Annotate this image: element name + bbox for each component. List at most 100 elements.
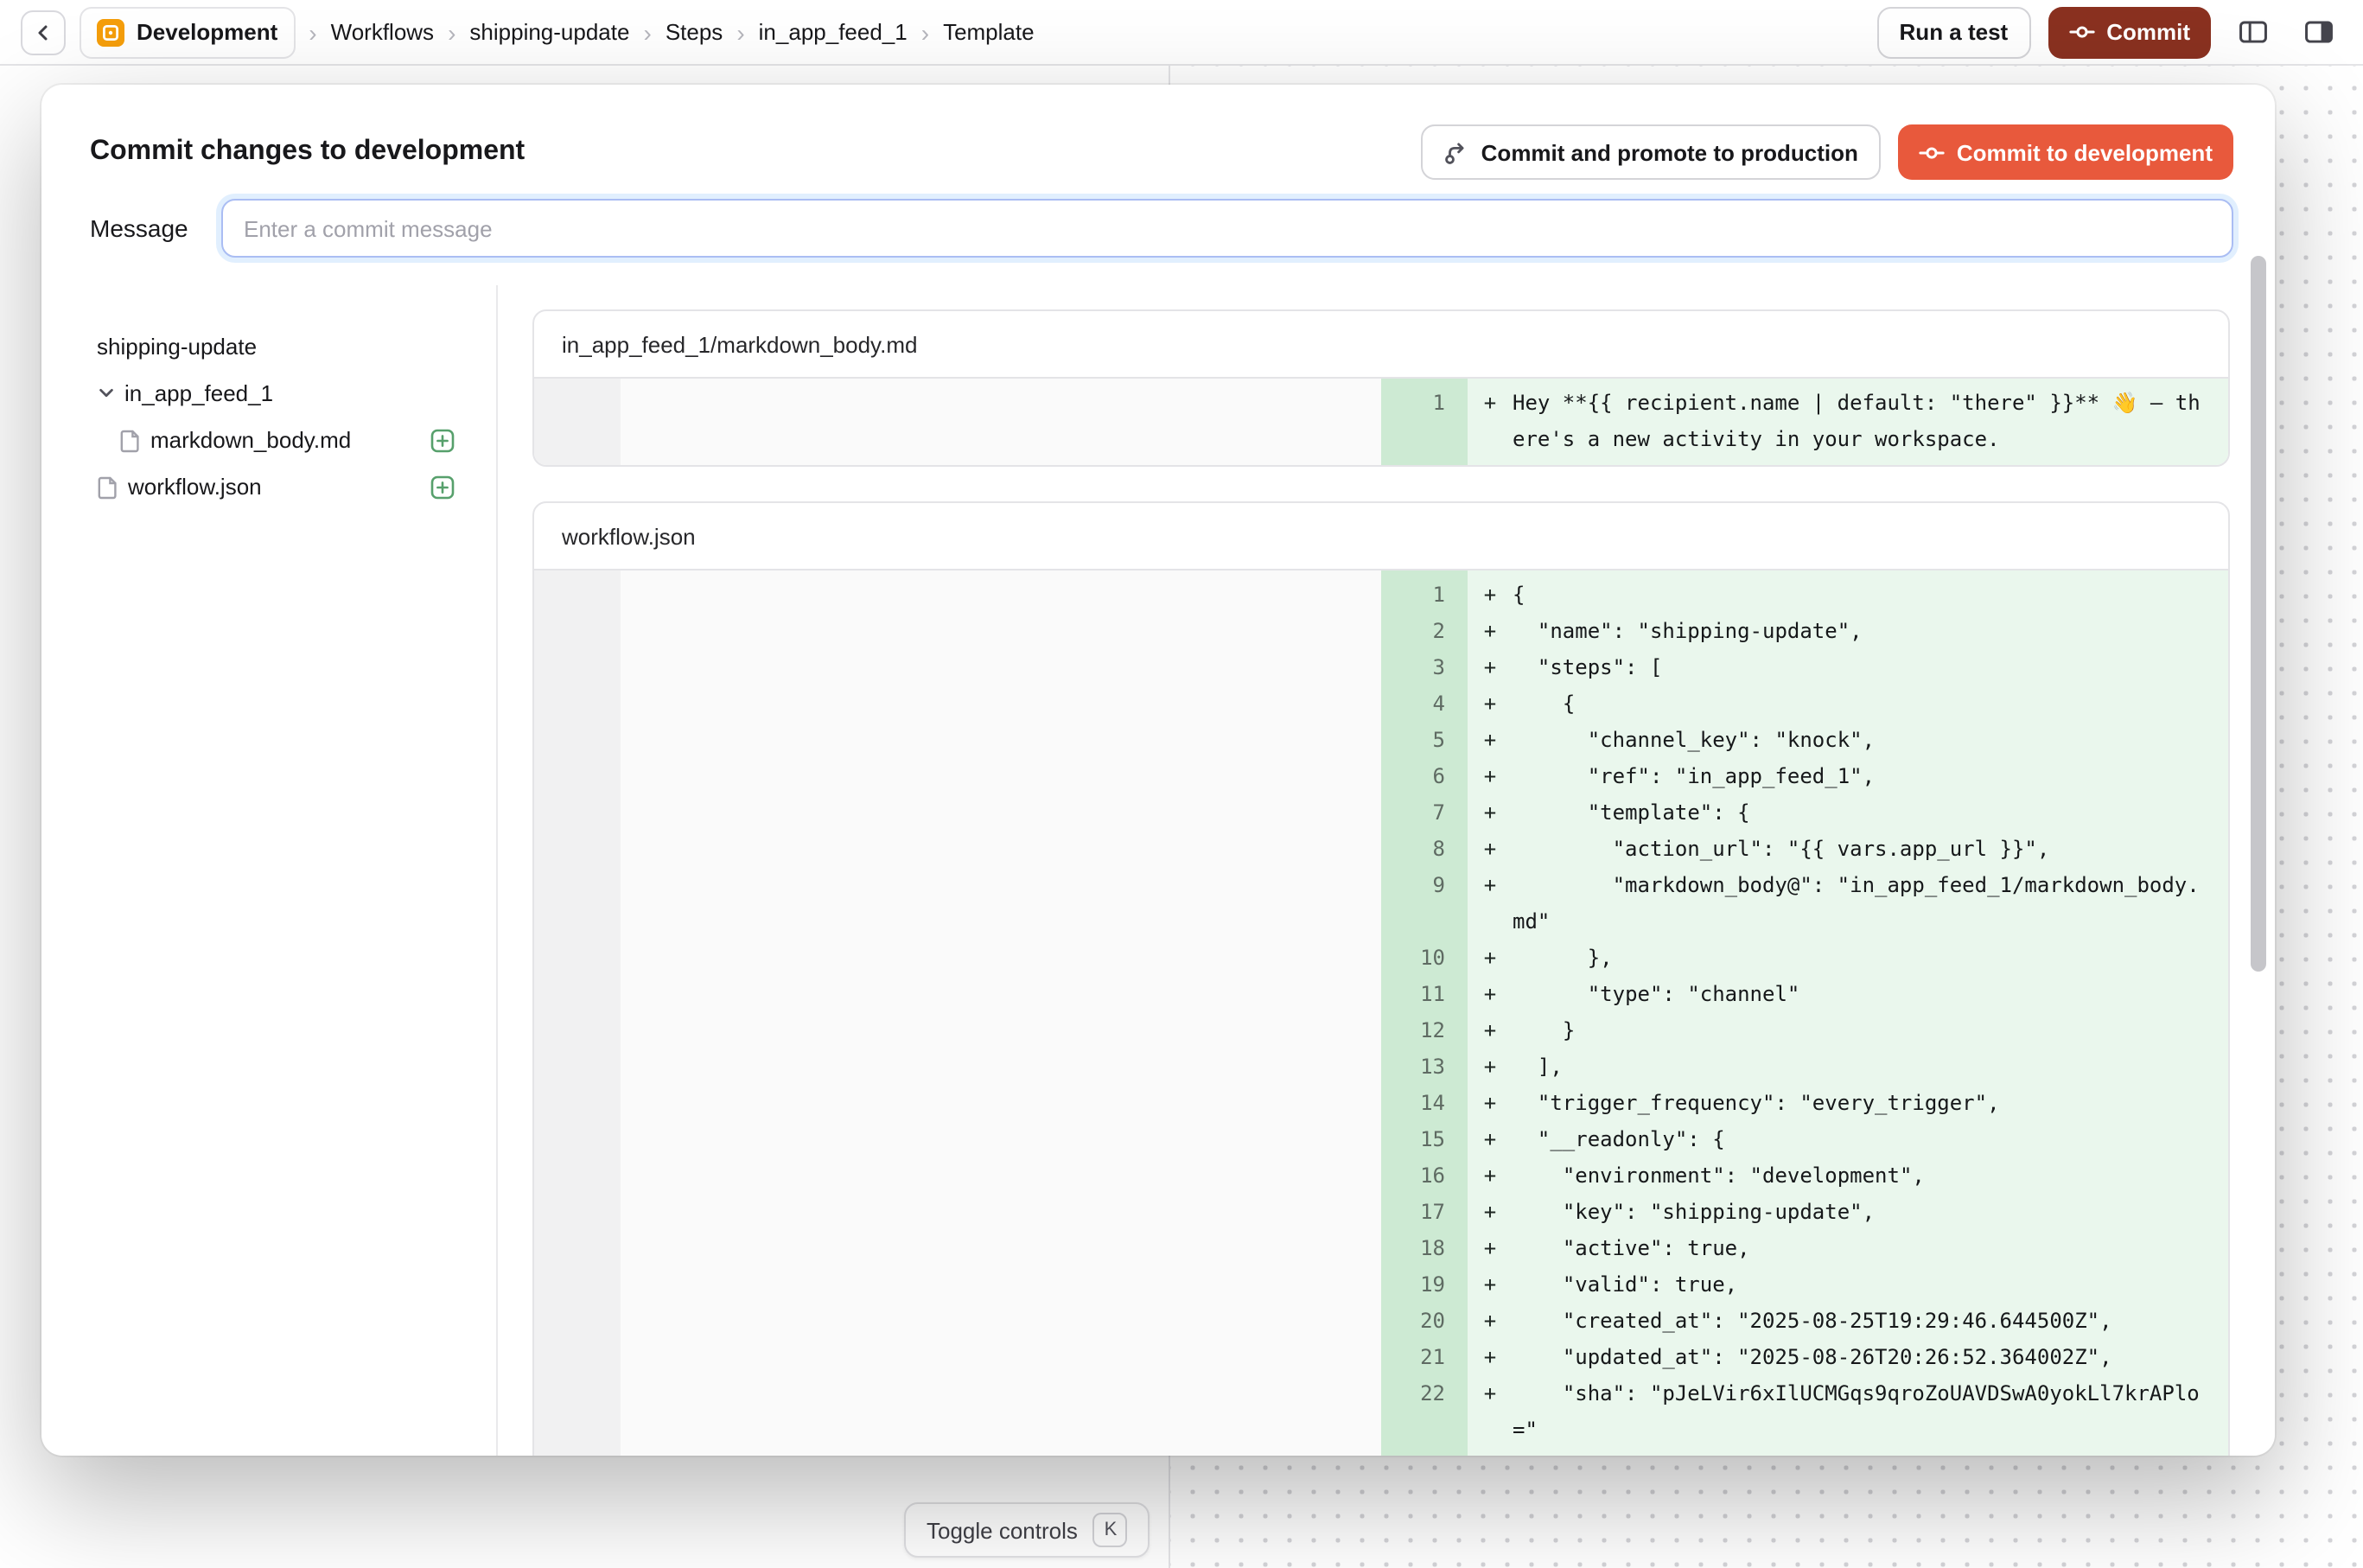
diff-old-gutter (534, 570, 621, 1456)
breadcrumb-separator: › (921, 18, 929, 46)
diff-line-number: 3 (1381, 650, 1468, 686)
diff-line-code: "action_url": "{{ vars.app_url }}", (1513, 832, 2228, 868)
message-label: Message (90, 214, 221, 242)
commit-icon (1919, 139, 1945, 165)
diff-line-number: 22 (1381, 1376, 1468, 1449)
tree-folder-label: in_app_feed_1 (124, 380, 273, 406)
run-test-label: Run a test (1900, 19, 2009, 45)
diff-line-code: "active": true, (1513, 1231, 2228, 1267)
diff-line-sign: + (1468, 759, 1513, 795)
diff-card: in_app_feed_1/markdown_body.md1+Hey **{{… (532, 309, 2230, 467)
diff-line: 20+ "created_at": "2025-08-25T19:29:46.6… (1381, 1303, 2228, 1340)
diff-line-sign: + (1468, 723, 1513, 759)
diff-line-code: } (1513, 1013, 2228, 1049)
environment-label: Development (137, 19, 277, 45)
diff-line-code: "ref": "in_app_feed_1", (1513, 759, 2228, 795)
breadcrumb-item[interactable]: in_app_feed_1 (759, 19, 908, 45)
commit-and-promote-button[interactable]: Commit and promote to production (1421, 124, 1881, 180)
diff-line-code: "type": "channel" (1513, 977, 2228, 1013)
tree-file-markdown-body[interactable]: markdown_body.md (119, 417, 455, 463)
tree-root[interactable]: shipping-update (97, 323, 455, 370)
diff-line-sign: + (1468, 795, 1513, 832)
commit-message-input[interactable] (221, 199, 2233, 258)
diff-line-code: "channel_key": "knock", (1513, 723, 2228, 759)
diff-line: 6+ "ref": "in_app_feed_1", (1381, 759, 2228, 795)
modal-title: Commit changes to development (90, 137, 525, 168)
diff-line-number: 1 (1381, 379, 1468, 465)
breadcrumb-item[interactable]: shipping-update (469, 19, 629, 45)
commit-button[interactable]: Commit (2048, 6, 2211, 58)
diff-line: 9+ "markdown_body@": "in_app_feed_1/mark… (1381, 868, 2228, 940)
diff-line-number: 12 (1381, 1013, 1468, 1049)
diff-line: 21+ "updated_at": "2025-08-26T20:26:52.3… (1381, 1340, 2228, 1376)
diff-line: 19+ "valid": true, (1381, 1267, 2228, 1303)
modal-scrollbar-thumb[interactable] (2251, 256, 2266, 972)
diff-line-number: 9 (1381, 868, 1468, 940)
diff-line-sign: + (1468, 1158, 1513, 1195)
environment-selector[interactable]: Development (80, 6, 295, 58)
commit-message-row: Message (41, 178, 2275, 258)
tree-folder-in-app-feed[interactable]: in_app_feed_1 (97, 370, 455, 417)
tree-file-workflow-json[interactable]: workflow.json (97, 463, 455, 510)
tree-file-label: workflow.json (128, 474, 262, 500)
diff-line: 10+ }, (1381, 940, 2228, 977)
file-added-icon (430, 475, 455, 499)
chevron-down-icon (97, 384, 116, 403)
diff-line: 8+ "action_url": "{{ vars.app_url }}", (1381, 832, 2228, 868)
diff-line-code: }, (1513, 940, 2228, 977)
diff-line-number: 13 (1381, 1049, 1468, 1086)
changed-files-tree: shipping-update in_app_feed_1 markdown_b… (41, 285, 498, 1456)
diff-line: 2+ "name": "shipping-update", (1381, 614, 2228, 650)
diff-line-sign: + (1468, 1340, 1513, 1376)
diff-line-number: 5 (1381, 723, 1468, 759)
diff-filename: in_app_feed_1/markdown_body.md (534, 311, 2228, 379)
diff-line-sign: + (1468, 686, 1513, 723)
diff-line-sign: + (1468, 1303, 1513, 1340)
toggle-right-panel-button[interactable] (2294, 8, 2342, 56)
commit-label: Commit (2106, 19, 2190, 45)
breadcrumb-separator: › (448, 18, 455, 46)
diff-line-number: 14 (1381, 1086, 1468, 1122)
diff-line: 22+ "sha": "pJeLVir6xIlUCMGqs9qroZoUAVDS… (1381, 1376, 2228, 1449)
diff-line-code: "valid": true, (1513, 1267, 2228, 1303)
diff-line-code: "markdown_body@": "in_app_feed_1/markdow… (1513, 868, 2228, 940)
diff-line: 17+ "key": "shipping-update", (1381, 1195, 2228, 1231)
breadcrumb-item[interactable]: Workflows (331, 19, 434, 45)
diff-line: 4+ { (1381, 686, 2228, 723)
diff-line-code: "created_at": "2025-08-25T19:29:46.64450… (1513, 1303, 2228, 1340)
diff-line-number: 17 (1381, 1195, 1468, 1231)
breadcrumb-item[interactable]: Template (943, 19, 1035, 45)
commit-to-development-button[interactable]: Commit to development (1898, 124, 2233, 180)
toggle-left-panel-button[interactable] (2228, 8, 2277, 56)
diff-line-number: 19 (1381, 1267, 1468, 1303)
diff-line-number: 18 (1381, 1231, 1468, 1267)
diff-old-side (534, 379, 1381, 465)
panel-right-icon (2303, 17, 2333, 47)
diff-line: 1+{ (1381, 570, 2228, 614)
diff-line-sign: + (1468, 977, 1513, 1013)
diff-line-number: 4 (1381, 686, 1468, 723)
modal-header: Commit changes to development Commit and… (41, 85, 2275, 178)
diff-body: 1+{2+ "name": "shipping-update",3+ "step… (534, 570, 2228, 1456)
diff-line-number: 1 (1381, 570, 1468, 614)
commit-and-promote-label: Commit and promote to production (1481, 139, 1858, 165)
diff-line: 7+ "template": { (1381, 795, 2228, 832)
diff-card: workflow.json1+{2+ "name": "shipping-upd… (532, 501, 2230, 1456)
commit-modal: Commit changes to development Commit and… (41, 85, 2275, 1456)
breadcrumb-item[interactable]: Steps (666, 19, 723, 45)
back-button[interactable] (21, 10, 66, 54)
diff-line-sign: + (1468, 1231, 1513, 1267)
diff-line-number: 23 (1381, 1449, 1468, 1456)
file-icon (119, 428, 142, 452)
diff-line: 15+ "__readonly": { (1381, 1122, 2228, 1158)
diff-line-sign: + (1468, 379, 1513, 465)
toggle-controls-label: Toggle controls (927, 1517, 1078, 1543)
diff-line-sign: + (1468, 1449, 1513, 1456)
chevron-left-icon (33, 22, 54, 42)
toggle-controls-button[interactable]: Toggle controls K (904, 1502, 1150, 1558)
diff-line-number: 11 (1381, 977, 1468, 1013)
diff-line-number: 15 (1381, 1122, 1468, 1158)
run-test-button[interactable]: Run a test (1877, 6, 2031, 58)
diff-line: 23+ } (1381, 1449, 2228, 1456)
app-window: Development ›Workflows›shipping-update›S… (0, 0, 2363, 1568)
